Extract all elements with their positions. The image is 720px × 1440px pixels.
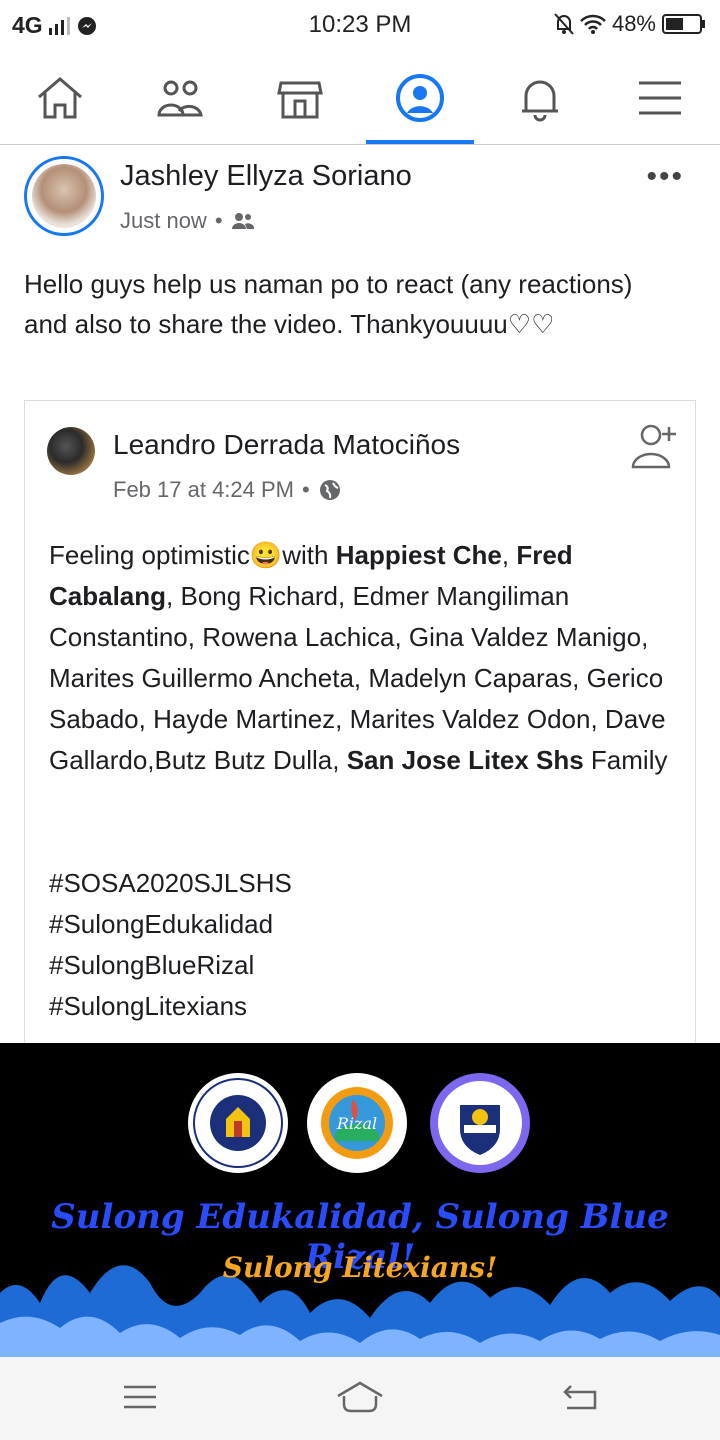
hashtag[interactable]: #SOSA2020SJLSHS xyxy=(49,863,292,904)
video-media[interactable]: Rizal Sulong Edukalidad, Sulong Blue Riz… xyxy=(0,1043,720,1357)
status-bar: 4G 10:23 PM 48% xyxy=(0,0,720,52)
tab-home[interactable] xyxy=(0,52,120,144)
tab-friends[interactable] xyxy=(120,52,240,144)
tab-profile[interactable] xyxy=(360,52,480,144)
meta-dot: • xyxy=(214,208,223,233)
feeling-text: Feeling optimistic xyxy=(49,540,250,570)
home-icon xyxy=(38,77,82,119)
post-author[interactable]: Jashley Ellyza Soriano xyxy=(120,160,412,193)
recents-button[interactable] xyxy=(110,1377,170,1417)
battery-percent: 48% xyxy=(611,11,656,36)
profile-icon xyxy=(396,74,444,122)
shared-author-avatar[interactable] xyxy=(47,427,95,475)
marketplace-icon xyxy=(277,81,323,119)
recents-icon xyxy=(124,1385,156,1409)
notifications-icon xyxy=(522,80,558,122)
sdo-rizal-logo: Rizal xyxy=(307,1073,407,1173)
back-icon xyxy=(563,1385,597,1410)
tag-san-jose-litex-shs[interactable]: San Jose Litex Shs xyxy=(347,745,584,775)
deped-logo xyxy=(188,1073,288,1173)
tab-notifications[interactable] xyxy=(480,52,600,144)
add-friend-icon[interactable] xyxy=(629,421,679,471)
post-text: Hello guys help us naman po to react (an… xyxy=(24,269,633,339)
meta-dot: • xyxy=(302,477,310,502)
shared-author[interactable]: Leandro Derrada Matociños xyxy=(113,429,460,461)
shared-text: Feeling optimistic😀with Happiest Che, Fr… xyxy=(49,540,668,775)
tab-marketplace[interactable] xyxy=(240,52,360,144)
tag-happiest-che[interactable]: Happiest Che xyxy=(336,540,502,570)
post-more-button[interactable]: ••• xyxy=(646,160,684,194)
family-word: Family xyxy=(590,745,668,775)
shared-post[interactable]: Leandro Derrada Matociños Feb 17 at 4:24… xyxy=(24,400,696,1101)
tab-menu[interactable] xyxy=(600,52,720,144)
post-time[interactable]: Just now xyxy=(120,208,207,234)
hashtag[interactable]: #SulongLitexians xyxy=(49,986,292,1027)
friends-audience-icon[interactable] xyxy=(231,212,255,230)
with-word: with xyxy=(282,540,329,570)
home-button[interactable] xyxy=(330,1377,390,1417)
friends-icon xyxy=(157,80,203,117)
active-tab-indicator xyxy=(366,140,474,144)
hashtags: #SOSA2020SJLSHS #SulongEdukalidad #Sulon… xyxy=(49,863,292,1027)
battery-icon xyxy=(662,14,705,34)
mute-bell-icon xyxy=(554,13,574,35)
hashtag[interactable]: #SulongBlueRizal xyxy=(49,945,292,986)
menu-icon xyxy=(639,81,681,115)
back-button[interactable] xyxy=(550,1377,610,1417)
slogan-sub: Sulong Litexians! xyxy=(222,1251,498,1284)
post-meta: Just now • xyxy=(120,208,255,234)
globe-icon[interactable] xyxy=(318,478,342,502)
shared-time[interactable]: Feb 17 at 4:24 PM xyxy=(113,477,294,503)
sjlshs-logo xyxy=(430,1073,530,1173)
shared-meta: Feb 17 at 4:24 PM • xyxy=(113,477,342,503)
top-navigation xyxy=(0,52,720,145)
status-right: 48% xyxy=(554,11,706,37)
hashtag[interactable]: #SulongEdukalidad xyxy=(49,904,292,945)
wifi-icon xyxy=(580,14,606,34)
author-avatar[interactable] xyxy=(24,156,104,236)
system-navigation-bar xyxy=(0,1357,720,1440)
svg-text:Rizal: Rizal xyxy=(336,1114,377,1133)
feeling-emoji: 😀 xyxy=(249,540,283,570)
home-outline-icon xyxy=(337,1381,383,1413)
